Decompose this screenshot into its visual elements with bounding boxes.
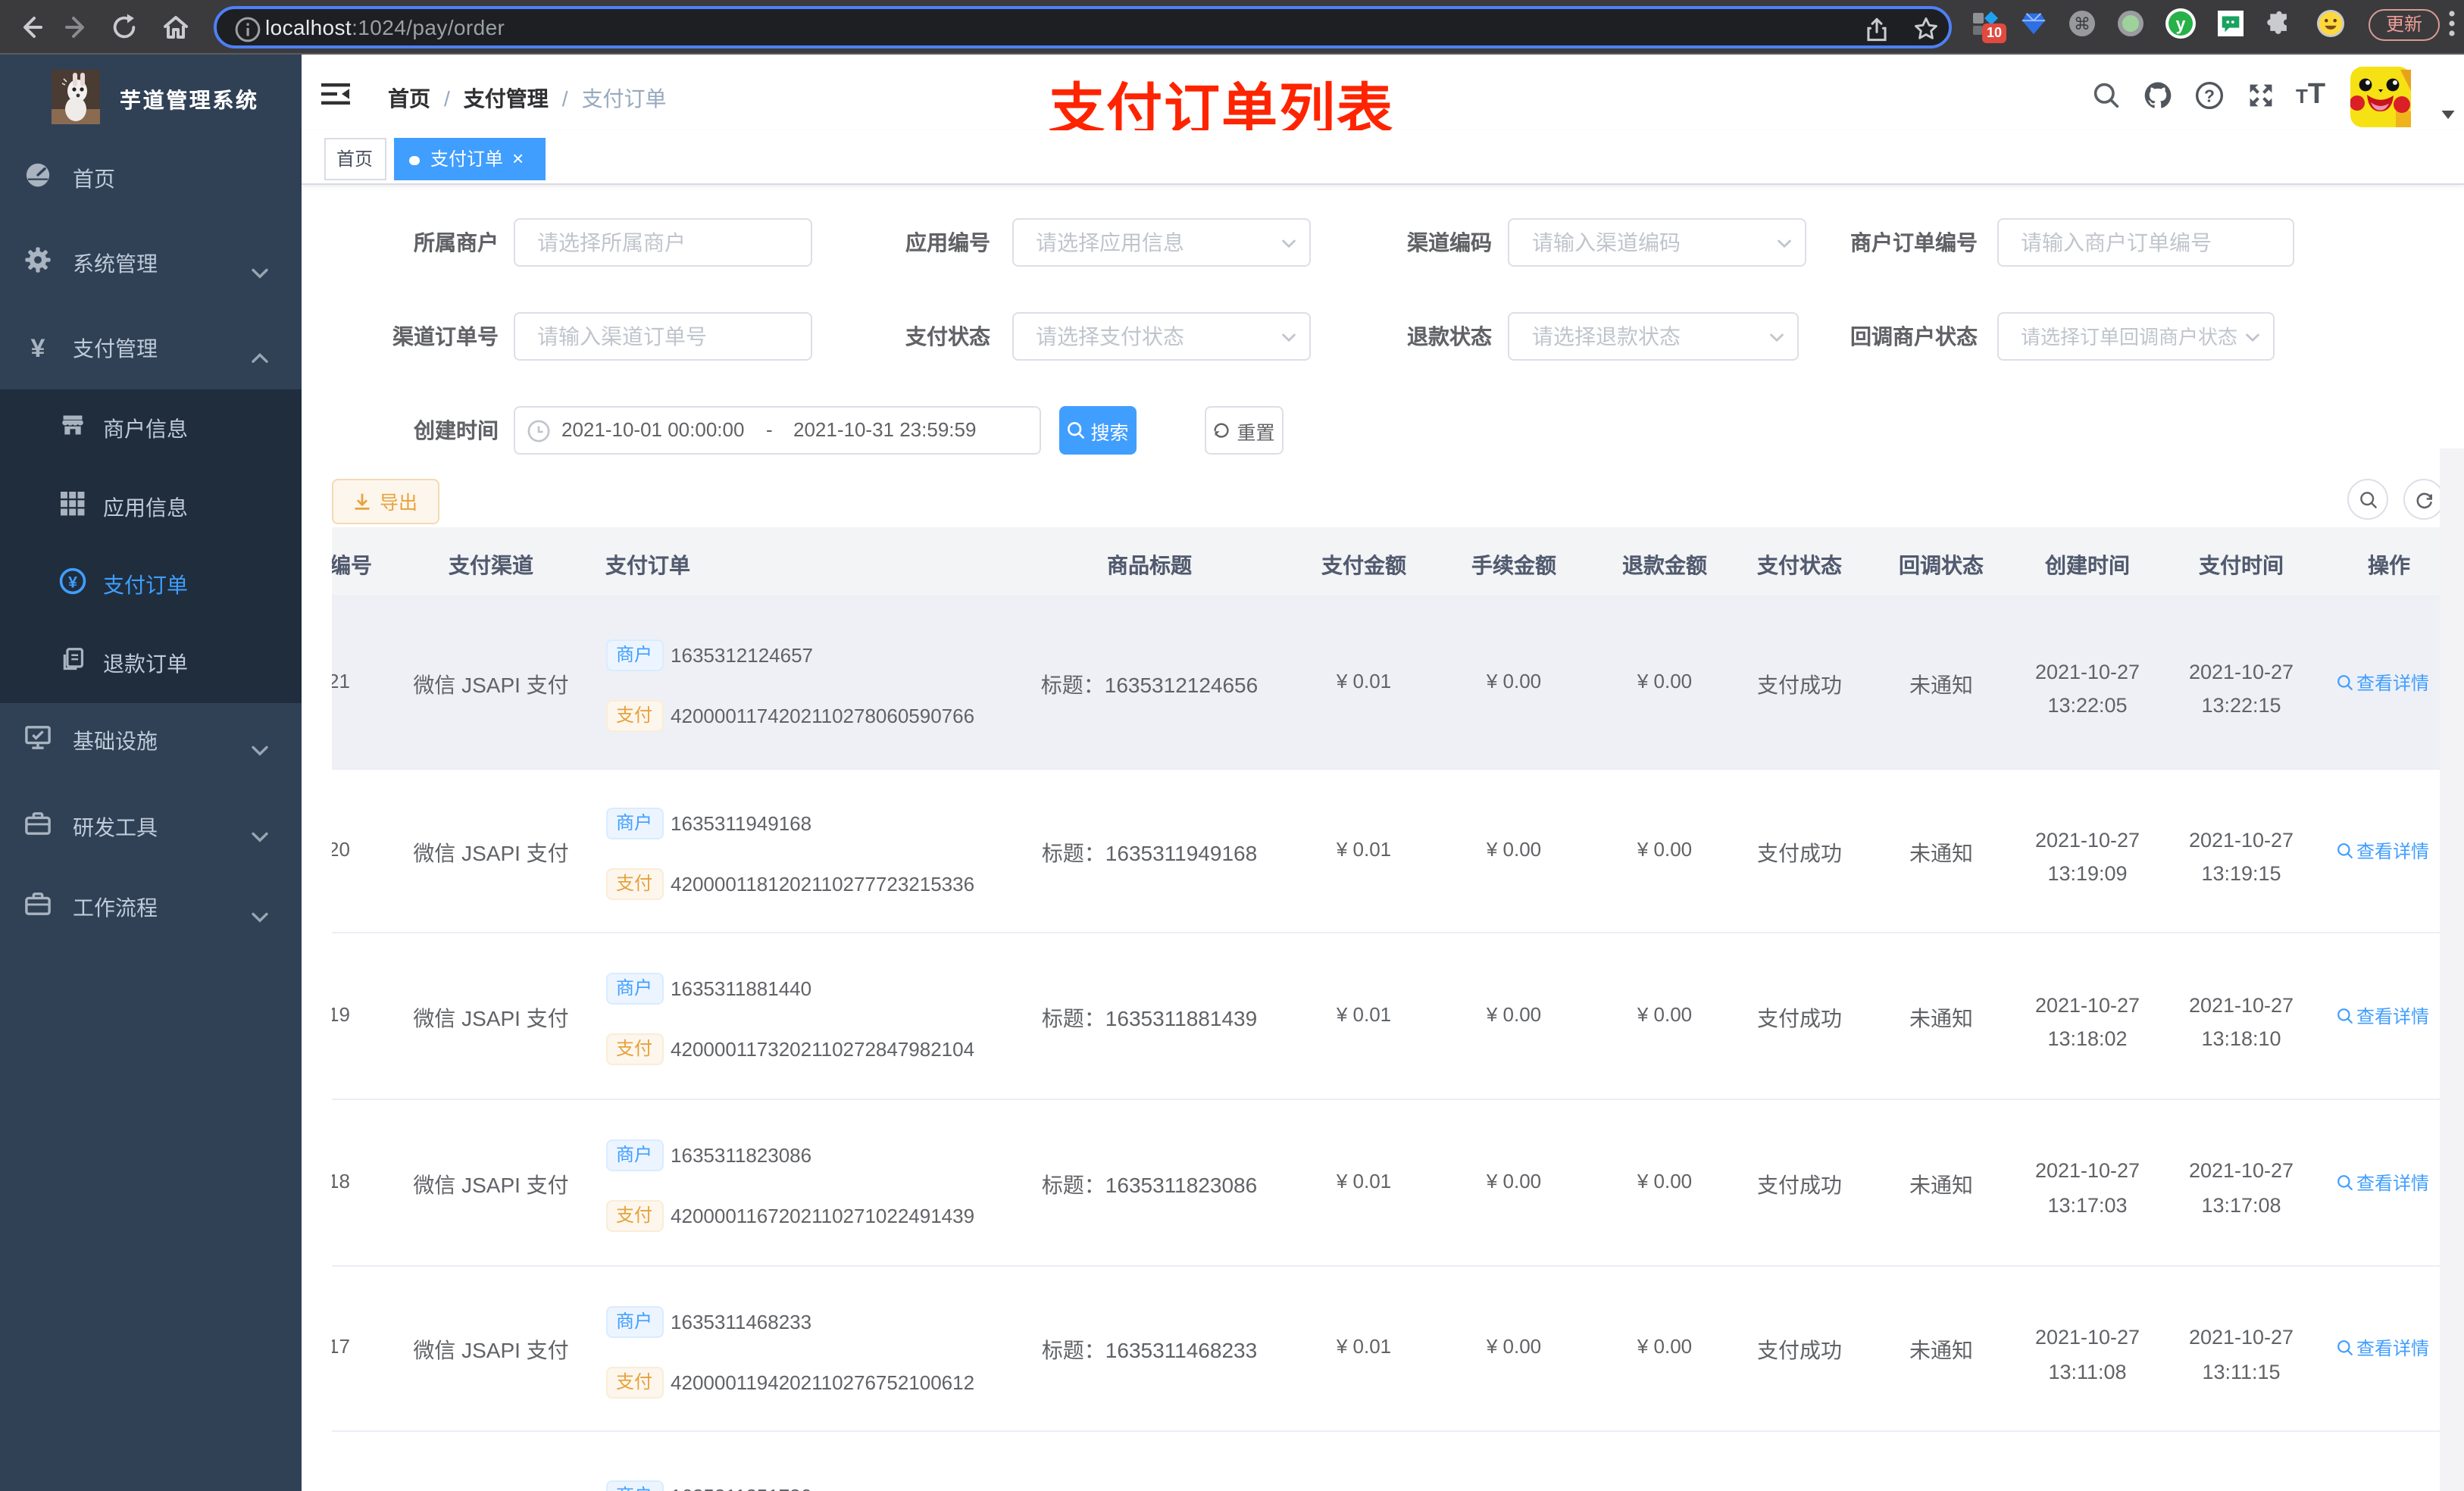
svg-text:¥: ¥ <box>68 573 77 592</box>
svg-text:⌘: ⌘ <box>2074 14 2090 33</box>
svg-text:y: y <box>2176 13 2186 33</box>
svg-text:?: ? <box>2204 86 2215 106</box>
